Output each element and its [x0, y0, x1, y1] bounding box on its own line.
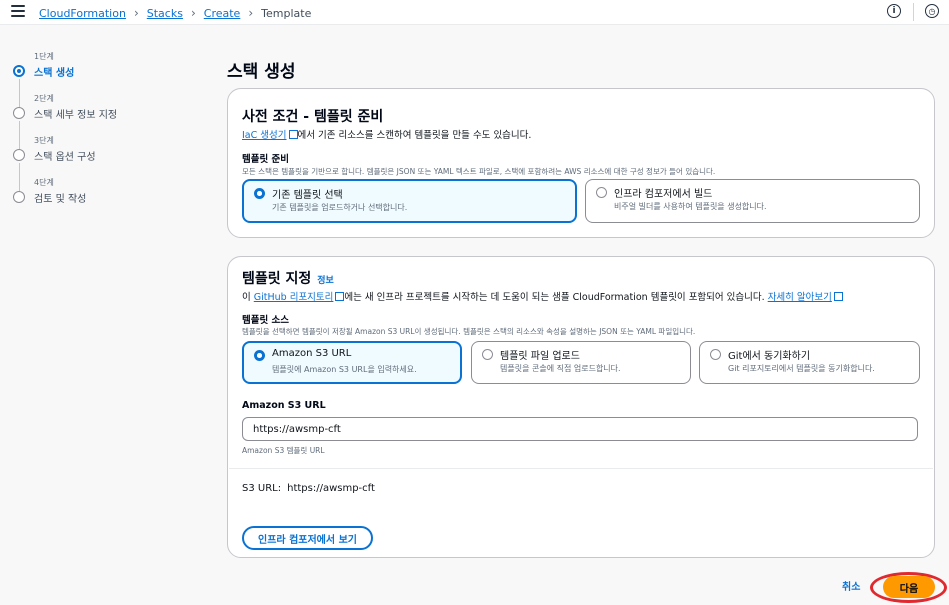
- step-number: 2단계: [34, 94, 54, 103]
- tile-upload-template-file[interactable]: 템플릿 파일 업로드 템플릿을 콘솔에 직접 업로드합니다.: [471, 341, 691, 384]
- s3-url-hint: Amazon S3 템플릿 URL: [242, 446, 325, 455]
- wizard-step-3: 3단계 스택 옵션 구성: [13, 132, 193, 191]
- s3-url-label: Amazon S3 URL: [242, 400, 326, 411]
- tile-title: Git에서 동기화하기: [728, 351, 811, 362]
- page-title: 스택 생성: [227, 62, 296, 82]
- specify-template-heading: 템플릿 지정 정보: [242, 268, 334, 288]
- info-icon[interactable]: i: [887, 4, 901, 18]
- step-active-icon: [13, 65, 25, 77]
- prerequisite-description-text: 에서 기존 리소스를 스캔하여 템플릿을 만들 수도 있습니다.: [297, 130, 532, 141]
- breadcrumb: CloudFormation › Stacks › Create › Templ…: [39, 6, 311, 20]
- specify-template-title: 템플릿 지정: [242, 271, 312, 287]
- tile-description: 기존 템플릿을 업로드하거나 선택합니다.: [272, 203, 408, 212]
- chevron-right-icon: ›: [248, 6, 254, 20]
- prerequisite-title: 사전 조건 - 템플릿 준비: [242, 109, 384, 125]
- step-number: 3단계: [34, 136, 54, 145]
- wizard-steps: 1단계 스택 생성 2단계 스택 세부 정보 지정 3단계 스택 옵션 구성 4…: [13, 48, 193, 216]
- wizard-step-2: 2단계 스택 세부 정보 지정: [13, 90, 193, 149]
- template-source-label: 템플릿 소스: [242, 315, 290, 326]
- chevron-right-icon: ›: [190, 6, 196, 20]
- learn-more-link[interactable]: 자세히 알아보기: [768, 292, 832, 303]
- radio-unselected-icon: [482, 349, 493, 360]
- settings-clock-icon[interactable]: ◷: [925, 4, 939, 18]
- tile-title: 인프라 컴포저에서 빌드: [614, 189, 713, 200]
- tile-title: 기존 템플릿 선택: [272, 190, 343, 201]
- radio-unselected-icon: [596, 187, 607, 198]
- chevron-right-icon: ›: [133, 6, 139, 20]
- cancel-button[interactable]: 취소: [842, 578, 860, 593]
- toolbar-divider: [913, 3, 914, 21]
- s3-url-summary-label: S3 URL:: [242, 483, 282, 494]
- tile-title: 템플릿 파일 업로드: [500, 351, 580, 362]
- external-link-icon: [288, 130, 298, 139]
- breadcrumb-current: Template: [261, 6, 312, 20]
- tile-title: Amazon S3 URL: [272, 348, 352, 359]
- tile-build-infra-composer[interactable]: 인프라 컴포저에서 빌드 비주얼 빌더를 사용하여 템플릿을 생성합니다.: [585, 179, 920, 223]
- view-in-infra-composer-button[interactable]: 인프라 컴포저에서 보기: [242, 526, 373, 550]
- top-navigation-bar: CloudFormation › Stacks › Create › Templ…: [0, 0, 949, 25]
- specify-template-panel: 템플릿 지정 정보 이 GitHub 리포지토리 에는 새 인프라 프로젝트를 시작…: [227, 256, 935, 558]
- info-link[interactable]: 정보: [317, 276, 334, 286]
- next-button[interactable]: 다음: [883, 576, 935, 598]
- tile-description: 비주얼 빌더를 사용하여 템플릿을 생성합니다.: [614, 202, 767, 211]
- menu-icon[interactable]: [11, 5, 25, 17]
- template-prep-label: 템플릿 준비: [242, 154, 290, 165]
- prerequisite-description: IaC 생성기 에서 기존 리소스를 스캔하여 템플릿을 만들 수도 있습니다.: [242, 127, 531, 141]
- tile-description: Git 리포지토리에서 템플릿을 동기화합니다.: [728, 364, 875, 373]
- s3-url-summary: S3 URL: https://awsmp-cft: [242, 483, 375, 494]
- s3-url-summary-value: https://awsmp-cft: [287, 483, 375, 494]
- template-source-description: 템플릿을 선택하면 템플릿이 저장될 Amazon S3 URL이 생성됩니다.…: [242, 327, 696, 336]
- step-inactive-icon: [13, 191, 25, 203]
- external-link-icon: [335, 292, 345, 301]
- breadcrumb-create[interactable]: Create: [204, 7, 241, 20]
- tile-amazon-s3-url[interactable]: Amazon S3 URL 템플릿에 Amazon S3 URL을 입력하세요.: [242, 341, 462, 384]
- tile-description: 템플릿을 콘솔에 직접 업로드합니다.: [500, 364, 621, 373]
- step-inactive-icon: [13, 149, 25, 161]
- tile-description: 템플릿에 Amazon S3 URL을 입력하세요.: [272, 365, 417, 374]
- template-prep-description: 모든 스택은 템플릿을 기반으로 합니다. 템플릿은 JSON 또는 YAML …: [242, 167, 716, 176]
- specify-template-description: 이 GitHub 리포지토리 에는 새 인프라 프로젝트를 시작하는 데 도움이 …: [242, 289, 843, 303]
- prerequisite-panel: 사전 조건 - 템플릿 준비 IaC 생성기 에서 기존 리소스를 스캔하여 템플…: [227, 88, 935, 238]
- external-link-icon: [833, 292, 843, 301]
- wizard-step-1[interactable]: 1단계 스택 생성: [13, 48, 193, 107]
- breadcrumb-cloudformation[interactable]: CloudFormation: [39, 7, 126, 20]
- radio-selected-icon: [254, 188, 265, 199]
- iac-generator-link[interactable]: IaC 생성기: [242, 130, 287, 141]
- step-number: 4단계: [34, 178, 54, 187]
- step-inactive-icon: [13, 107, 25, 119]
- tile-existing-template[interactable]: 기존 템플릿 선택 기존 템플릿을 업로드하거나 선택합니다.: [242, 179, 577, 223]
- step-label: 스택 세부 정보 지정: [34, 110, 118, 121]
- breadcrumb-stacks[interactable]: Stacks: [147, 7, 183, 20]
- s3-url-input[interactable]: [242, 417, 918, 441]
- radio-selected-icon: [254, 350, 265, 361]
- step-number: 1단계: [34, 52, 54, 61]
- description-middle: 에는 새 인프라 프로젝트를 시작하는 데 도움이 되는 샘플 CloudFor…: [344, 292, 765, 303]
- section-divider: [229, 468, 933, 469]
- radio-unselected-icon: [710, 349, 721, 360]
- step-label: 스택 생성: [34, 68, 75, 79]
- wizard-step-4: 4단계 검토 및 작성: [13, 174, 193, 216]
- step-label: 스택 옵션 구성: [34, 152, 96, 163]
- step-label: 검토 및 작성: [34, 194, 87, 205]
- description-prefix: 이: [242, 292, 254, 303]
- tile-sync-from-git[interactable]: Git에서 동기화하기 Git 리포지토리에서 템플릿을 동기화합니다.: [699, 341, 920, 384]
- github-repo-link[interactable]: GitHub 리포지토리: [254, 292, 334, 303]
